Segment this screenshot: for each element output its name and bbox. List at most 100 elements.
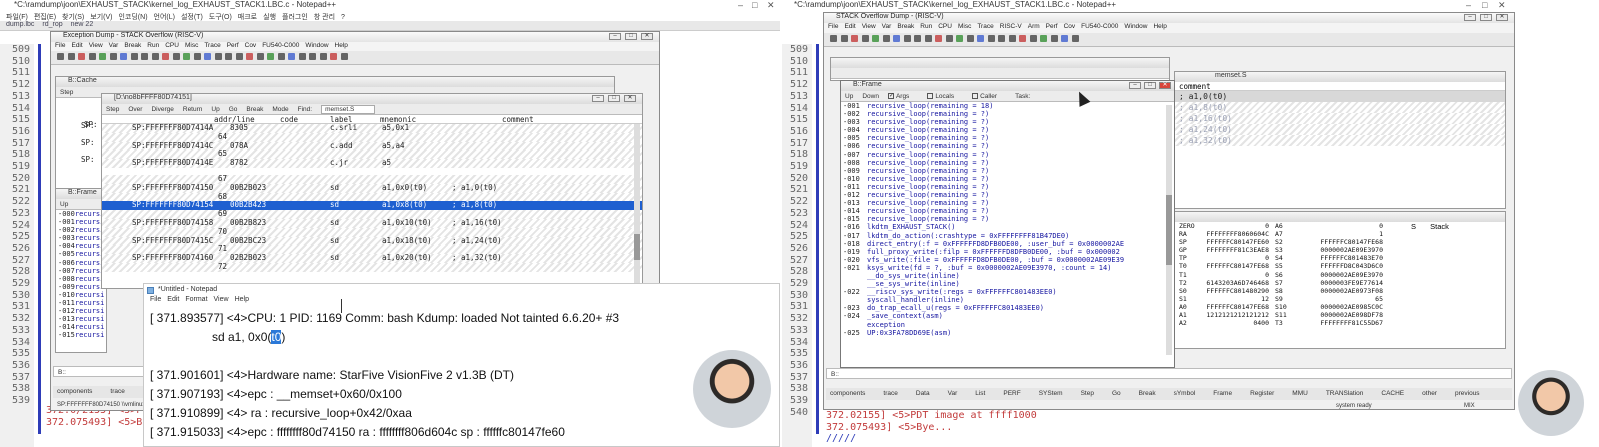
comment-row[interactable]: ; a1,0(t0) xyxy=(1175,91,1505,102)
frame-row[interactable]: -021 ksys_write(fd = ?, :buf = 0x0000002A… xyxy=(843,264,1174,272)
register-row[interactable]: SP FFFFFFC80147FE60 S2 FFFFFFC80147FE68 xyxy=(1179,238,1505,246)
disasm-over-button[interactable]: Over xyxy=(128,106,142,113)
menu-item[interactable]: Trace xyxy=(204,42,220,49)
toolbar-button-icon[interactable] xyxy=(99,53,106,60)
toolbar-button-icon[interactable] xyxy=(88,53,96,60)
frame-row[interactable]: -002recursi xyxy=(58,226,106,234)
frame-row[interactable]: -015 recursive_loop(remaining = ?) xyxy=(843,215,1174,223)
register-row[interactable]: S0 FFFFFFC801480290 S8 0000002AE0973F08 xyxy=(1179,287,1505,295)
minimize-icon[interactable]: – xyxy=(1129,82,1141,89)
register-row[interactable]: ZERO 0 A6 0 xyxy=(1179,222,1505,230)
toolbar-button-icon[interactable] xyxy=(193,53,201,60)
disasm-row[interactable]: SP:FFFFFFF80D74150 00B2B023 sd a1,0x0(t0) ; … xyxy=(102,183,642,193)
frame-row[interactable]: -010 recursive_loop(remaining = ?) xyxy=(843,175,1174,183)
command-tab[interactable]: trace xyxy=(883,390,897,397)
command-tab[interactable]: Step xyxy=(1081,390,1094,397)
toolbar-button-icon[interactable] xyxy=(330,53,337,60)
toolbar-button-icon[interactable] xyxy=(1071,35,1079,42)
toolbar-button-icon[interactable] xyxy=(162,53,169,60)
command-tab[interactable]: trace xyxy=(110,388,124,395)
close-icon[interactable]: ✕ xyxy=(624,95,636,102)
source-line-row[interactable]: 72 xyxy=(102,262,642,272)
menu-item[interactable]: Misc xyxy=(185,42,198,49)
menu-item[interactable]: FU540-C000 xyxy=(262,42,299,49)
caller-checkbox[interactable]: Caller xyxy=(972,93,1006,100)
toolbar-button-icon[interactable] xyxy=(225,53,232,60)
minimize-icon[interactable]: – xyxy=(1466,0,1471,10)
menu-item[interactable]: View xyxy=(862,23,876,30)
frame-row[interactable]: syscall_handler(inline) xyxy=(843,296,1174,304)
maximize-icon[interactable]: □ xyxy=(1144,82,1156,89)
toolbar-button-icon[interactable] xyxy=(214,53,222,60)
menu-item[interactable]: Edit xyxy=(844,23,855,30)
menu-item[interactable]: 매크로 xyxy=(238,14,257,21)
menu-item[interactable]: FU540-C000 xyxy=(1081,23,1118,30)
close-icon[interactable]: ✕ xyxy=(767,0,775,11)
menu-item[interactable]: File xyxy=(55,42,65,49)
menu-item[interactable]: View xyxy=(89,42,103,49)
maximize-icon[interactable]: □ xyxy=(608,95,620,102)
disasm-row[interactable]: SP:FFFFFFF80D74160 02B2B023 sd a1,0x20(t0);… xyxy=(102,253,642,263)
toolbar-button-icon[interactable] xyxy=(67,53,75,60)
menu-item[interactable]: ? xyxy=(341,14,345,21)
menu-item[interactable]: Trace xyxy=(977,23,993,30)
disasm-up-button[interactable]: Up xyxy=(211,106,219,113)
file-tab[interactable]: rd_rop xyxy=(42,21,62,28)
command-tab[interactable]: other xyxy=(1422,390,1437,397)
toolbar-button-icon[interactable] xyxy=(1008,35,1016,42)
command-tab[interactable]: TRANSlation xyxy=(1326,390,1364,397)
toolbar-button-icon[interactable] xyxy=(267,53,274,60)
toolbar-button-icon[interactable] xyxy=(830,35,837,42)
register-row[interactable]: T1 0 S6 0000002AE09E3970 xyxy=(1179,271,1505,279)
maximize-icon[interactable]: □ xyxy=(752,0,757,10)
menu-item[interactable]: File xyxy=(828,23,838,30)
command-tab[interactable]: PERF xyxy=(1003,390,1020,397)
minimize-icon[interactable]: – xyxy=(592,95,604,102)
frame-row[interactable]: -011 recursive_loop(remaining = ?) xyxy=(843,183,1174,191)
toolbar-button-icon[interactable] xyxy=(998,35,1005,42)
menu-item[interactable]: 보기(V) xyxy=(90,14,112,21)
frame-row[interactable]: -020 vfs_write(:file = 0xFFFFFFD8DFB0DE00… xyxy=(843,256,1174,264)
register-row[interactable]: A2 0400 T3 FFFFFFFF81C55D67 xyxy=(1179,319,1505,327)
register-row[interactable]: T0 FFFFFFC80147FE68 S5 FFFFFFD8C043D6C0 xyxy=(1179,262,1505,270)
toolbar-button-icon[interactable] xyxy=(945,35,953,42)
menu-item[interactable]: 창 관리 xyxy=(314,14,335,21)
minimize-icon[interactable]: – xyxy=(1464,14,1476,21)
toolbar-button-icon[interactable] xyxy=(151,53,159,60)
disasm-row[interactable]: SP:FFFFFFF80D7414A 8305 c.srli a5,0x1 xyxy=(102,123,642,133)
maximize-icon[interactable]: □ xyxy=(1480,14,1492,21)
frame-row[interactable]: -010recursi xyxy=(58,291,106,299)
toolbar-button-icon[interactable] xyxy=(903,35,911,42)
toolbar-button-icon[interactable] xyxy=(172,53,180,60)
frame-row[interactable]: -004recursi xyxy=(58,242,106,250)
register-row[interactable]: GP FFFFFFFF81C3EAE8 S3 0000002AE09E3970 xyxy=(1179,246,1505,254)
step-button[interactable]: Step xyxy=(60,89,73,96)
frame-row[interactable]: -011recursi xyxy=(58,299,106,307)
register-row[interactable]: RA FFFFFFFF8060604C A7 1 xyxy=(1179,230,1505,238)
toolbar-button-icon[interactable] xyxy=(130,53,138,60)
menu-item[interactable]: Help xyxy=(1153,23,1166,30)
disasm-find-button[interactable]: Find: xyxy=(298,106,312,113)
menu-item[interactable]: 설정(T) xyxy=(181,14,203,21)
disasm-diverge-button[interactable]: Diverge xyxy=(151,106,173,113)
disasm-row[interactable]: SP:FFFFFFF80D7415C 00B2BC23 sd a1,0x18(t0);… xyxy=(102,236,642,246)
menu-item[interactable]: 실행 xyxy=(263,14,276,21)
toolbar-button-icon[interactable] xyxy=(851,35,858,42)
register-row[interactable]: TP 0 S4 FFFFFFC801483E70 xyxy=(1179,254,1505,262)
menu-item[interactable]: Misc xyxy=(958,23,971,30)
command-tab[interactable]: components xyxy=(57,388,92,395)
minimize-icon[interactable]: – xyxy=(738,0,743,10)
command-tab[interactable]: List xyxy=(975,390,985,397)
frame-row[interactable]: -003 recursive_loop(remaining = ?) xyxy=(843,118,1174,126)
menu-item[interactable]: Help xyxy=(235,296,249,303)
disasm-return-button[interactable]: Return xyxy=(183,106,203,113)
register-row[interactable]: T2 6143203A6D746468 S7 0000003FE9E77614 xyxy=(1179,279,1505,287)
command-tab[interactable]: Data xyxy=(916,390,930,397)
toolbar-button-icon[interactable] xyxy=(120,53,127,60)
disasm-scrollbar[interactable] xyxy=(634,124,640,284)
frame-row[interactable]: -006 recursive_loop(remaining = ?) xyxy=(843,142,1174,150)
toolbar-button-icon[interactable] xyxy=(298,53,306,60)
frame-row[interactable]: -006recursi xyxy=(58,259,106,267)
disasm-row[interactable] xyxy=(102,168,642,175)
toolbar-button-icon[interactable] xyxy=(987,35,995,42)
